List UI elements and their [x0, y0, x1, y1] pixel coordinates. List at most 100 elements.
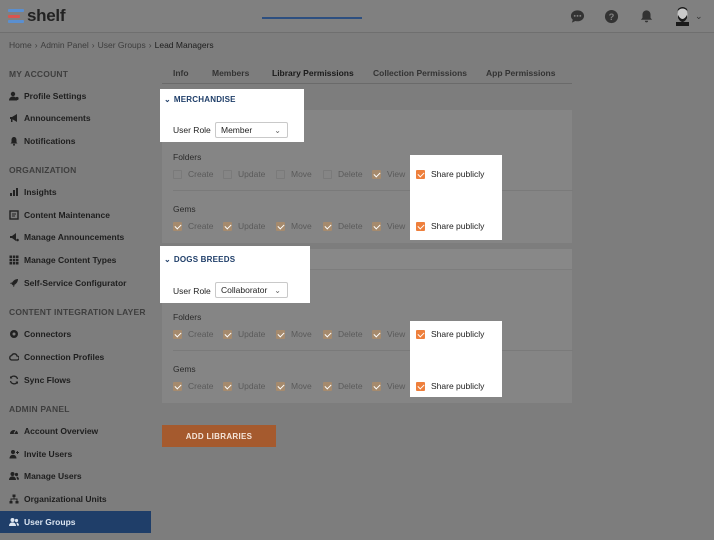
perm-move-checkbox[interactable]: Move	[276, 329, 312, 339]
share-publicly-checkbox[interactable]: Share publicly	[416, 329, 484, 339]
share-publicly-checkbox[interactable]: Share publicly	[416, 221, 484, 231]
sidebar-item-manage-users[interactable]: Manage Users	[0, 465, 151, 487]
perm-delete-checkbox[interactable]: Delete	[323, 381, 363, 391]
row-label-folders: Folders	[173, 152, 202, 162]
app-name: shelf	[27, 6, 66, 25]
sidebar-item-label: Manage Content Types	[24, 255, 117, 265]
logo-mark-icon	[8, 9, 24, 23]
perm-move-checkbox[interactable]: Move	[276, 381, 312, 391]
perm-view-checkbox[interactable]: View	[372, 329, 405, 339]
sidebar-item-content-maintenance[interactable]: Content Maintenance	[0, 204, 151, 226]
sidebar-item-connectors[interactable]: Connectors	[0, 323, 151, 345]
chat-icon[interactable]	[570, 9, 585, 24]
perm-view-checkbox[interactable]: View	[372, 381, 405, 391]
sidebar-item-label: Content Maintenance	[24, 210, 110, 220]
library-title[interactable]: ⌄ DOGS BREEDS	[164, 255, 235, 264]
section-title-content-integration-layer: CONTENT INTEGRATION LAYER	[9, 307, 146, 317]
sidebar-item-label: Announcements	[24, 113, 91, 123]
perm-delete-checkbox[interactable]: Delete	[323, 169, 363, 179]
perm-move-checkbox[interactable]: Move	[276, 169, 312, 179]
breadcrumb-user-groups[interactable]: User Groups	[98, 40, 146, 50]
sidebar-item-notifications[interactable]: Notifications	[0, 130, 151, 152]
sidebar-item-connection-profiles[interactable]: Connection Profiles	[0, 346, 151, 368]
user-role-label: User Role	[173, 125, 211, 135]
breadcrumb-home[interactable]: Home	[9, 40, 32, 50]
library-title[interactable]: ⌄ MERCHANDISE	[164, 95, 236, 104]
megaphone-settings-icon	[9, 232, 19, 242]
row-divider	[173, 190, 573, 191]
tab-app-permissions[interactable]: App Permissions	[486, 68, 555, 78]
perm-delete-checkbox[interactable]: Delete	[323, 221, 363, 231]
chevron-down-icon: ⌄	[274, 126, 281, 135]
perm-create-checkbox[interactable]: Create	[173, 169, 214, 179]
perm-move-checkbox[interactable]: Move	[276, 221, 312, 231]
active-tab-indicator	[262, 17, 362, 19]
sidebar-item-profile-settings[interactable]: Profile Settings	[0, 85, 151, 107]
perm-create-checkbox[interactable]: Create	[173, 329, 214, 339]
sidebar-item-account-overview[interactable]: Account Overview	[0, 420, 151, 442]
perm-view-checkbox[interactable]: View	[372, 169, 405, 179]
user-role-select[interactable]: Collaborator ⌄	[215, 282, 288, 298]
row-label-gems: Gems	[173, 204, 196, 214]
share-publicly-checkbox[interactable]: Share publicly	[416, 381, 484, 391]
user-role-select[interactable]: Member ⌄	[215, 122, 288, 138]
perm-create-checkbox[interactable]: Create	[173, 381, 214, 391]
sidebar-item-organizational-units[interactable]: Organizational Units	[0, 488, 151, 510]
sidebar-item-label: Profile Settings	[24, 91, 87, 101]
chevron-down-icon[interactable]: ⌄	[695, 11, 703, 22]
library-name: DOGS BREEDS	[173, 255, 236, 264]
sidebar-item-label: Invite Users	[24, 449, 73, 459]
user-role-value: Member	[221, 125, 253, 135]
row-label-folders: Folders	[173, 312, 202, 322]
tab-library-permissions[interactable]: Library Permissions	[272, 68, 354, 78]
bar-chart-icon	[9, 187, 19, 197]
users-group-icon	[9, 517, 19, 527]
perm-update-checkbox[interactable]: Update	[223, 221, 265, 231]
bell-icon[interactable]	[639, 9, 654, 24]
org-chart-icon	[9, 494, 19, 504]
sidebar-item-invite-users[interactable]: Invite Users	[0, 443, 151, 465]
breadcrumb-admin-panel[interactable]: Admin Panel	[41, 40, 89, 50]
help-icon[interactable]: ?	[604, 9, 619, 24]
row-divider	[173, 350, 573, 351]
user-role-label: User Role	[173, 286, 211, 296]
perm-update-checkbox[interactable]: Update	[223, 329, 265, 339]
share-publicly-checkbox[interactable]: Share publicly	[416, 169, 484, 179]
library-header-merchandise: ⌄ MERCHANDISE User Role Member ⌄	[160, 89, 304, 142]
user-role-value: Collaborator	[221, 285, 268, 295]
perm-create-checkbox[interactable]: Create	[173, 221, 214, 231]
breadcrumb-separator: ›	[91, 40, 95, 50]
grid-icon	[9, 255, 19, 265]
breadcrumb-current: Lead Managers	[154, 40, 214, 50]
sidebar-item-label: Self-Service Configurator	[24, 278, 127, 288]
sidebar: MY ACCOUNT Profile Settings Announcement…	[0, 60, 152, 540]
perm-update-checkbox[interactable]: Update	[223, 381, 265, 391]
perm-view-checkbox[interactable]: View	[372, 221, 405, 231]
sidebar-item-insights[interactable]: Insights	[0, 181, 151, 203]
add-libraries-button[interactable]: ADD LIBRARIES	[162, 425, 276, 447]
tab-info[interactable]: Info	[173, 68, 189, 78]
sidebar-item-sync-flows[interactable]: Sync Flows	[0, 369, 151, 391]
shelf-logo[interactable]: shelf	[8, 6, 65, 26]
tab-collection-permissions[interactable]: Collection Permissions	[373, 68, 467, 78]
perm-delete-checkbox[interactable]: Delete	[323, 329, 363, 339]
sidebar-item-user-groups[interactable]: User Groups	[0, 511, 151, 533]
library-header-dogs-breeds: ⌄ DOGS BREEDS User Role Collaborator ⌄	[160, 246, 310, 303]
sidebar-item-manage-content-types[interactable]: Manage Content Types	[0, 249, 151, 271]
perm-update-checkbox[interactable]: Update	[223, 169, 265, 179]
sidebar-item-manage-announcements[interactable]: Manage Announcements	[0, 226, 151, 248]
sidebar-item-announcements[interactable]: Announcements	[0, 107, 151, 129]
sidebar-item-label: Connection Profiles	[24, 352, 105, 362]
connector-icon	[9, 329, 19, 339]
sidebar-item-label: Account Overview	[24, 426, 99, 436]
avatar[interactable]	[674, 6, 691, 26]
sidebar-item-label: Connectors	[24, 329, 72, 339]
chevron-down-icon: ⌄	[164, 95, 171, 104]
user-icon	[9, 91, 19, 101]
section-title-organization: ORGANIZATION	[9, 165, 77, 175]
tab-members[interactable]: Members	[212, 68, 249, 78]
cloud-icon	[9, 352, 19, 362]
sidebar-item-label: Manage Announcements	[24, 232, 125, 242]
sidebar-item-self-service-configurator[interactable]: Self-Service Configurator	[0, 272, 151, 294]
breadcrumb-separator: ›	[34, 40, 38, 50]
